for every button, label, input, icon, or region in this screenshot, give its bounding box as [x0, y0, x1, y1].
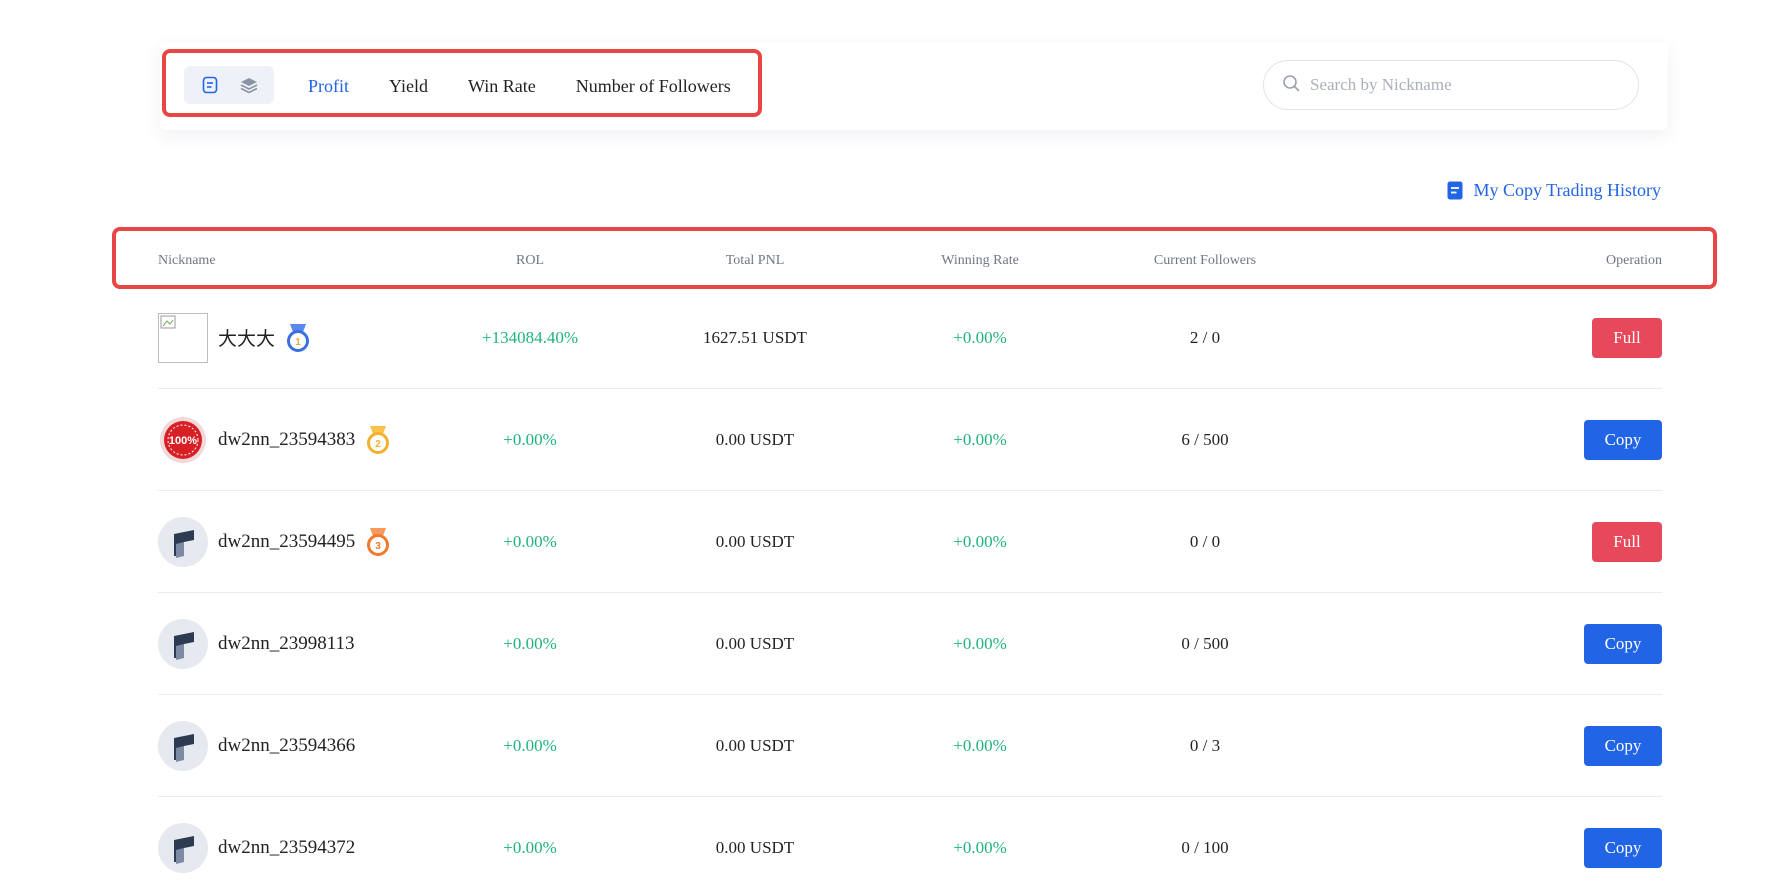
default-avatar-icon: [158, 720, 208, 771]
followers-value: 0 / 500: [1181, 633, 1229, 653]
header-current-followers: Current Followers: [1153, 253, 1257, 268]
rol-value: +0.00%: [503, 429, 557, 449]
traders-table: Nickname ROL Total PNL Winning Rate Curr…: [158, 235, 1662, 895]
search-box: [1263, 60, 1639, 110]
svg-text:100%: 100%: [169, 435, 197, 447]
total-pnl-value: 1627.51 USDT: [703, 327, 807, 347]
default-avatar-icon: [158, 822, 208, 873]
total-pnl-value: 0.00 USDT: [715, 735, 795, 755]
followers-value: 6 / 500: [1181, 429, 1229, 449]
winning-rate-value: +0.00%: [953, 837, 1007, 857]
copy-button[interactable]: Copy: [1584, 827, 1662, 868]
total-pnl-value: 0.00 USDT: [715, 633, 795, 653]
winning-rate-value: +0.00%: [953, 735, 1007, 755]
history-link-label: My Copy Trading History: [1473, 180, 1661, 200]
100-percent-badge-avatar: 100%: [158, 414, 208, 465]
filter-toolbar: Profit Yield Win Rate Number of Follower…: [160, 42, 1668, 130]
table-row: dw2nn_23594372 +0.00% 0.00 USDT +0.00% 0…: [158, 797, 1662, 895]
broken-image-avatar: [158, 312, 208, 363]
svg-text:3: 3: [375, 541, 381, 552]
table-row: dw2nn_23594495 3 +0.00% 0.00 USDT +0.00%…: [158, 491, 1662, 593]
trader-nickname[interactable]: 大大大: [218, 324, 275, 351]
winning-rate-value: +0.00%: [953, 633, 1007, 653]
view-toggle: [184, 66, 274, 104]
list-view-icon[interactable]: [198, 73, 222, 97]
rank-3-medal-icon: 3: [365, 526, 391, 558]
tab-win-rate[interactable]: Win Rate: [468, 76, 536, 97]
copy-button[interactable]: Copy: [1584, 419, 1662, 460]
header-nickname: Nickname: [158, 253, 216, 268]
tab-yield[interactable]: Yield: [389, 76, 428, 97]
total-pnl-value: 0.00 USDT: [715, 531, 795, 551]
svg-text:1: 1: [295, 337, 301, 348]
search-icon: [1282, 74, 1300, 97]
trader-nickname[interactable]: dw2nn_23594383: [218, 429, 355, 451]
copy-button[interactable]: Copy: [1584, 725, 1662, 766]
winning-rate-value: +0.00%: [953, 429, 1007, 449]
followers-value: 2 / 0: [1189, 327, 1221, 347]
table-header: Nickname ROL Total PNL Winning Rate Curr…: [158, 235, 1662, 287]
copy-button[interactable]: Copy: [1584, 623, 1662, 664]
tab-profit[interactable]: Profit: [308, 76, 349, 97]
sort-tabs: Profit Yield Win Rate Number of Follower…: [308, 42, 771, 130]
default-avatar-icon: [158, 618, 208, 669]
tab-number-of-followers[interactable]: Number of Followers: [576, 76, 731, 97]
table-row: 大大大 1 +134084.40% 1627.51 USDT +0.00% 2 …: [158, 287, 1662, 389]
followers-value: 0 / 3: [1189, 735, 1221, 755]
followers-value: 0 / 0: [1189, 531, 1221, 551]
rol-value: +0.00%: [503, 735, 557, 755]
trader-nickname[interactable]: dw2nn_23594372: [218, 837, 355, 859]
rol-value: +0.00%: [503, 837, 557, 857]
rol-value: +134084.40%: [482, 327, 578, 347]
total-pnl-value: 0.00 USDT: [715, 837, 795, 857]
table-row: dw2nn_23594366 +0.00% 0.00 USDT +0.00% 0…: [158, 695, 1662, 797]
followers-value: 0 / 100: [1181, 837, 1229, 857]
table-row: 100% dw2nn_23594383 2 +0.00% 0.00 USDT +…: [158, 389, 1662, 491]
header-total-pnl: Total PNL: [725, 253, 785, 268]
header-rol: ROL: [516, 253, 544, 268]
table-row: dw2nn_23998113 +0.00% 0.00 USDT +0.00% 0…: [158, 593, 1662, 695]
svg-text:2: 2: [375, 439, 381, 450]
rol-value: +0.00%: [503, 531, 557, 551]
winning-rate-value: +0.00%: [953, 327, 1007, 347]
layers-view-icon[interactable]: [237, 73, 261, 97]
trader-nickname[interactable]: dw2nn_23998113: [218, 633, 355, 655]
default-avatar-icon: [158, 516, 208, 567]
full-button[interactable]: Full: [1592, 521, 1662, 562]
rol-value: +0.00%: [503, 633, 557, 653]
full-button[interactable]: Full: [1592, 317, 1662, 358]
document-icon: [1447, 181, 1463, 200]
winning-rate-value: +0.00%: [953, 531, 1007, 551]
trader-nickname[interactable]: dw2nn_23594495: [218, 531, 355, 553]
search-input[interactable]: [1310, 75, 1610, 95]
header-winning-rate: Winning Rate: [941, 253, 1019, 268]
rank-1-medal-icon: 1: [285, 322, 311, 354]
header-operation: Operation: [1606, 253, 1662, 268]
copy-trading-history-link[interactable]: My Copy Trading History: [1447, 180, 1661, 201]
total-pnl-value: 0.00 USDT: [715, 429, 795, 449]
rank-2-medal-icon: 2: [365, 424, 391, 456]
trader-nickname[interactable]: dw2nn_23594366: [218, 735, 355, 757]
